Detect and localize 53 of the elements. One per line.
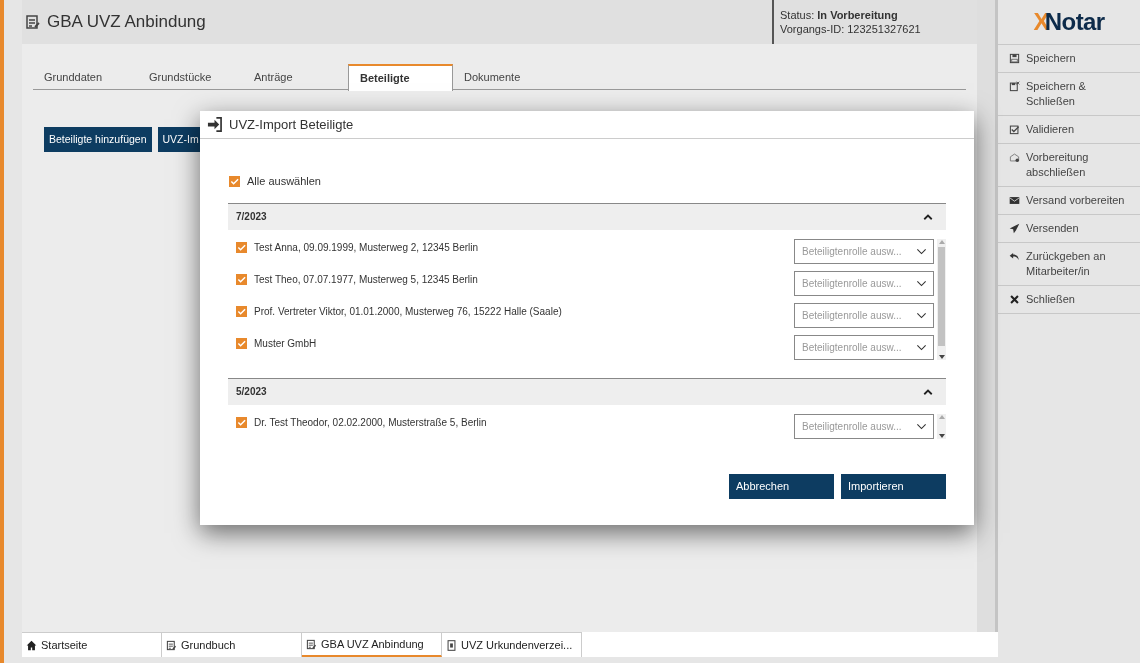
checkbox[interactable]: [236, 241, 247, 253]
import-button[interactable]: UVZ-Im: [157, 127, 200, 152]
participant-label: Test Anna, 09.09.1999, Musterweg 2, 12345 Berlin: [254, 240, 479, 255]
envelope-icon: [1009, 152, 1020, 163]
tab[interactable]: Anträge: [243, 64, 348, 90]
sign-in-icon: [207, 117, 222, 132]
checkbox[interactable]: [229, 175, 240, 187]
participant-label: Prof. Vertreter Viktor, 01.01.2000, Musterweg 76, 15222 Halle (Saale): [254, 304, 562, 319]
add-button[interactable]: Beteiligte hinzufügen: [44, 127, 152, 152]
tab[interactable]: Beteiligte: [348, 64, 453, 91]
tab[interactable]: Grundstücke: [138, 64, 243, 90]
cancel-button[interactable]: Abbrechen: [729, 473, 834, 499]
checkbox[interactable]: [236, 416, 247, 428]
status-text: Status: In Vorbereitung: [780, 8, 899, 22]
sidebar-item[interactable]: Schließen: [1026, 292, 1075, 307]
envelope-icon: [1009, 195, 1020, 206]
participant-label: Dr. Test Theodor, 02.02.2000, Musterstraße 5, Berlin: [254, 415, 487, 430]
tab[interactable]: Grunddaten: [33, 64, 138, 90]
sidebar-item[interactable]: Versand vorbereiten: [1026, 193, 1125, 208]
checkbox[interactable]: [236, 337, 247, 349]
checkbox[interactable]: [236, 305, 247, 317]
checkbox-label: Alle auswählen: [247, 174, 321, 189]
checkbox[interactable]: [236, 273, 247, 285]
sidebar-item[interactable]: Zurückgeben an Mitarbeiter/in: [1026, 249, 1129, 279]
sidebar-item[interactable]: Speichern: [1026, 51, 1076, 66]
document-icon: [25, 14, 41, 30]
paper-plane-icon: [1009, 223, 1020, 234]
document-icon: [166, 639, 177, 651]
scroll-down-icon[interactable]: [938, 432, 945, 439]
checkbox-icon: [1009, 124, 1020, 135]
sidebar-item[interactable]: Validieren: [1026, 122, 1075, 137]
participant-label: Muster GmbH: [254, 336, 317, 351]
scroll-down-icon[interactable]: [938, 353, 945, 360]
participant-label: Test Theo, 07.07.1977, Musterweg 5, 12345 Berlin: [254, 272, 478, 287]
group-title: 7/2023: [236, 210, 268, 224]
scrollbar[interactable]: [937, 238, 946, 360]
page-title: GBA UVZ Anbindung: [47, 11, 207, 34]
scroll-up-icon[interactable]: [938, 413, 945, 420]
reply-arrow-icon: [1009, 251, 1020, 262]
book-icon: [446, 639, 457, 651]
import-button[interactable]: Importieren: [841, 473, 946, 499]
scrollbar[interactable]: [977, 0, 998, 632]
close-icon: [1009, 294, 1020, 305]
tab[interactable]: Dokumente: [453, 64, 558, 90]
group-title: 5/2023: [236, 385, 268, 399]
home-icon: [26, 639, 37, 651]
sidebar-item[interactable]: Vorbereitung abschließen: [1026, 150, 1129, 180]
document-icon: [306, 638, 317, 650]
dialog-title: UVZ-Import Beteiligte: [229, 115, 354, 134]
sidebar-item[interactable]: Versenden: [1026, 221, 1079, 236]
sidebar-item[interactable]: Speichern & Schließen: [1026, 79, 1129, 109]
case-id: Vorgangs-ID: 123251327621: [780, 22, 922, 36]
scrollbar[interactable]: [937, 413, 946, 439]
